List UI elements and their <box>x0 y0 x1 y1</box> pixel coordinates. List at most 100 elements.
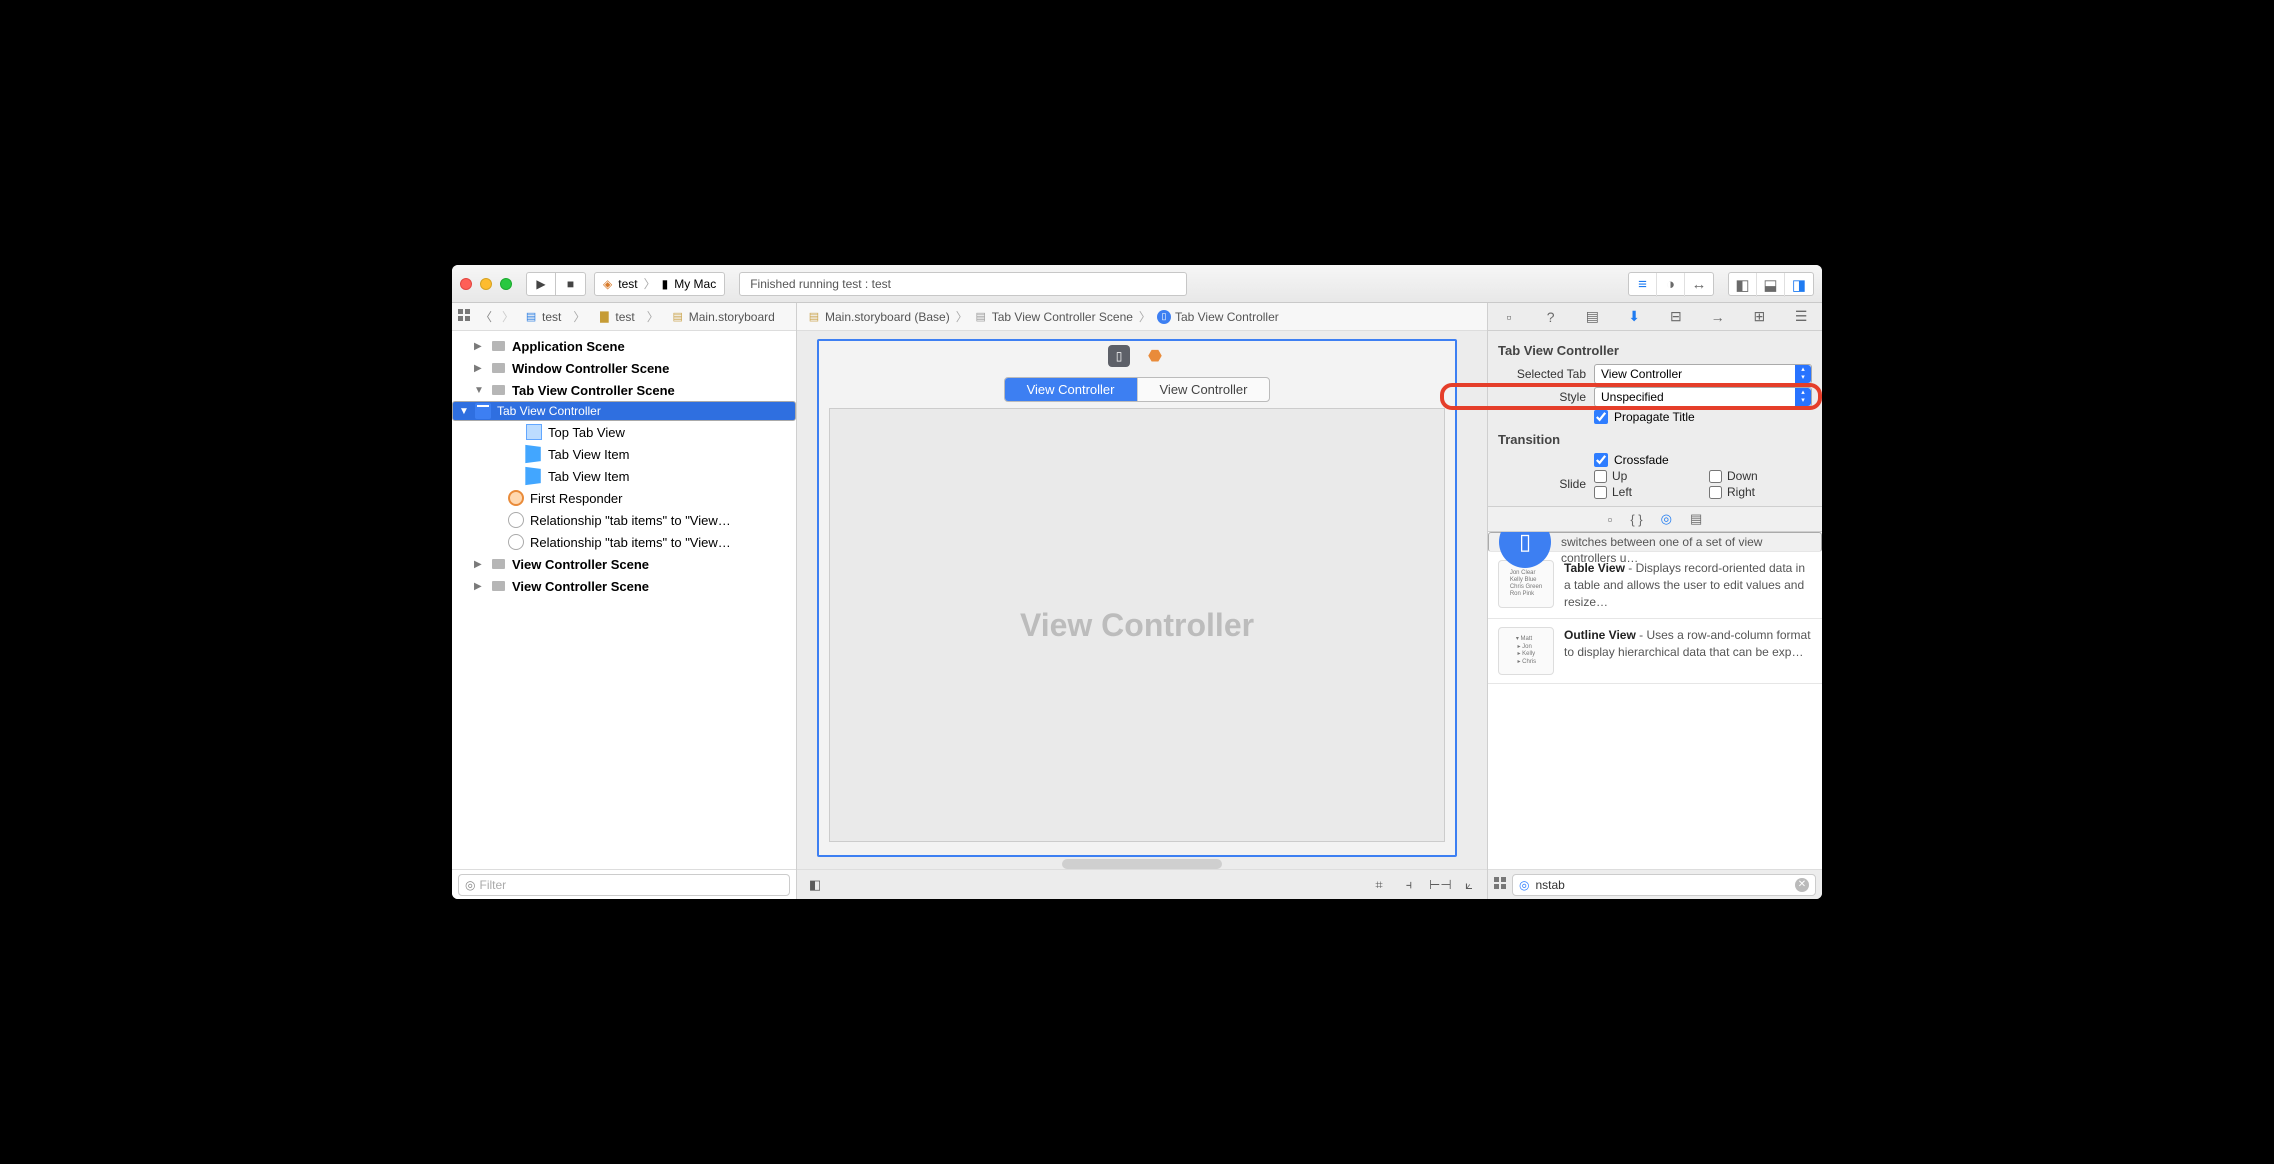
canvas-area[interactable]: ▯ ⬣ View Controller View Controller View… <box>797 331 1487 869</box>
first-responder-dock-icon[interactable]: ⬣ <box>1144 345 1166 367</box>
scene-row[interactable]: ▶Application Scene <box>452 335 796 357</box>
connections-inspector-tab[interactable]: → <box>1709 309 1727 325</box>
outline-toggle-button[interactable]: ◧ <box>805 877 825 893</box>
scene-row[interactable]: ▶Window Controller Scene <box>452 357 796 379</box>
scene-row[interactable]: ▶View Controller Scene <box>452 553 796 575</box>
file-template-lib-tab[interactable]: ▫ <box>1608 512 1613 527</box>
slide-down-checkbox[interactable] <box>1709 470 1722 483</box>
library-item[interactable]: ▾ Matt ▸ Jon ▸ Kelly ▸ Chris Outline Vie… <box>1488 619 1822 684</box>
main-area: 〈 〉 ▤test 〉 ▇test 〉 ▤Main.storyboard ▶Ap… <box>452 303 1822 899</box>
navigator-filter[interactable]: ◎ Filter <box>458 874 790 896</box>
standard-editor-button[interactable]: ≡ <box>1629 273 1657 297</box>
crumb-folder[interactable]: ▇test <box>597 310 634 324</box>
crumb-scene[interactable]: ▤Tab View Controller Scene <box>974 310 1133 324</box>
attributes-inspector-tab[interactable]: ⬇ <box>1625 308 1643 325</box>
xcode-window: ▶ ■ ◈ test 〉 ▮ My Mac Finished running t… <box>452 265 1822 899</box>
selected-tab-select[interactable]: View Controller▴▾ <box>1594 364 1812 384</box>
stop-button[interactable]: ■ <box>556 272 586 296</box>
minimize-button[interactable] <box>480 278 492 290</box>
filter-icon: ◎ <box>465 878 475 892</box>
segue-icon <box>508 534 524 550</box>
clear-search-button[interactable]: ✕ <box>1795 878 1809 892</box>
tab-content-view[interactable]: View Controller <box>829 408 1445 842</box>
slide-right-checkbox[interactable] <box>1709 486 1722 499</box>
crumb-base[interactable]: ▤Main.storyboard (Base) <box>807 310 950 324</box>
close-button[interactable] <box>460 278 472 290</box>
library-item[interactable]: ▯ Tab View Controller - A view controlle… <box>1488 532 1822 552</box>
document-outline[interactable]: ▶Application Scene ▶Window Controller Sc… <box>452 331 796 869</box>
titlebar: ▶ ■ ◈ test 〉 ▮ My Mac Finished running t… <box>452 265 1822 303</box>
toggle-debug-button[interactable]: ⬓ <box>1757 273 1785 297</box>
file-inspector-tab[interactable]: ▫ <box>1500 309 1518 325</box>
outline-row[interactable]: Tab View Item <box>452 465 796 487</box>
activity-status: Finished running test : test <box>739 272 1186 296</box>
scene-row[interactable]: ▼Tab View Controller Scene <box>452 379 796 401</box>
assistant-editor-button[interactable]: ◑ <box>1657 273 1685 297</box>
media-lib-tab[interactable]: ▤ <box>1690 511 1702 527</box>
tabitem-icon <box>525 467 540 485</box>
object-library[interactable]: ▯ Tab View Controller - A view controlle… <box>1488 532 1822 869</box>
slide-up-option[interactable]: Up <box>1594 469 1682 483</box>
related-items-icon[interactable] <box>458 309 470 324</box>
outline-row-tabvc[interactable]: ▼Tab View Controller <box>452 401 796 421</box>
slide-down-option[interactable]: Down <box>1709 469 1797 483</box>
outline-row[interactable]: Top Tab View <box>452 421 796 443</box>
library-search[interactable]: ◎ nstab ✕ <box>1512 874 1816 896</box>
storyboard-icon: ▤ <box>671 310 685 324</box>
canvas-scrollbar[interactable] <box>1062 859 1222 869</box>
toggle-inspector-button[interactable]: ◨ <box>1785 273 1813 297</box>
outline-row[interactable]: Tab View Item <box>452 443 796 465</box>
propagate-title-checkbox[interactable] <box>1594 410 1608 424</box>
viewcontroller-dock-icon[interactable]: ▯ <box>1108 345 1130 367</box>
scheme-selector[interactable]: ◈ test 〉 ▮ My Mac <box>594 272 725 296</box>
canvas-tab-1[interactable]: View Controller <box>1138 378 1270 401</box>
activity-status-text: Finished running test : test <box>750 277 891 291</box>
tab-view-controller-canvas[interactable]: ▯ ⬣ View Controller View Controller View… <box>817 339 1457 857</box>
nav-back-button[interactable]: 〈 <box>480 308 492 325</box>
crumb-project[interactable]: ▤test <box>524 310 561 324</box>
slide-up-checkbox[interactable] <box>1594 470 1607 483</box>
scheme-chevron: 〉 <box>644 275 656 292</box>
align-button[interactable]: ⊢⊣ <box>1429 877 1449 893</box>
nav-forward-button[interactable]: 〉 <box>502 308 514 325</box>
crumb-vc[interactable]: ▯Tab View Controller <box>1157 310 1279 324</box>
slide-right-option[interactable]: Right <box>1709 485 1797 499</box>
crossfade-checkbox[interactable] <box>1594 453 1608 467</box>
run-button[interactable]: ▶ <box>526 272 556 296</box>
crumb-storyboard[interactable]: ▤Main.storyboard <box>671 310 775 324</box>
xcode-app-icon: ◈ <box>603 277 612 291</box>
library-item-desc: Outline View - Uses a row-and-column for… <box>1564 627 1812 675</box>
code-snippet-lib-tab[interactable]: { } <box>1630 512 1642 527</box>
doc-icon: ▤ <box>524 310 538 324</box>
identity-inspector-tab[interactable]: ▤ <box>1583 308 1601 325</box>
canvas-tab-0[interactable]: View Controller <box>1005 378 1138 401</box>
size-inspector-tab[interactable]: ⊟ <box>1667 308 1685 325</box>
editor-footer: ◧ ⌗ ⫞ ⊢⊣ ⟀ <box>797 869 1487 899</box>
jump-bar[interactable]: ▤Main.storyboard (Base) 〉 ▤Tab View Cont… <box>797 303 1487 331</box>
style-select[interactable]: Unspecified▴▾ <box>1594 387 1812 407</box>
version-editor-button[interactable]: ↔ <box>1685 273 1713 297</box>
embed-button[interactable]: ⫞ <box>1399 877 1419 893</box>
bindings-inspector-tab[interactable]: ⊞ <box>1750 308 1768 325</box>
scene-icon <box>490 382 506 398</box>
object-lib-tab[interactable]: ◎ <box>1661 511 1672 527</box>
help-inspector-tab[interactable]: ? <box>1542 309 1560 325</box>
library-tabs: ▫ { } ◎ ▤ <box>1488 506 1822 532</box>
zoom-button[interactable] <box>500 278 512 290</box>
outline-row-segue[interactable]: Relationship "tab items" to "View… <box>452 531 796 553</box>
crossfade-row: Crossfade <box>1594 453 1812 467</box>
editor-panel: ▤Main.storyboard (Base) 〉 ▤Tab View Cont… <box>797 303 1487 899</box>
slide-left-checkbox[interactable] <box>1594 486 1607 499</box>
slide-left-option[interactable]: Left <box>1594 485 1682 499</box>
effects-inspector-tab[interactable]: ☰ <box>1792 308 1810 325</box>
outline-row-responder[interactable]: First Responder <box>452 487 796 509</box>
attributes-inspector: Tab View Controller Selected Tab View Co… <box>1488 331 1822 506</box>
trait-variation-button[interactable]: ⌗ <box>1369 877 1389 893</box>
outline-row-segue[interactable]: Relationship "tab items" to "View… <box>452 509 796 531</box>
library-view-mode-button[interactable] <box>1494 876 1506 894</box>
propagate-title-row: Propagate Title <box>1594 410 1812 424</box>
navigator-footer: ◎ Filter <box>452 869 796 899</box>
toggle-navigator-button[interactable]: ◧ <box>1729 273 1757 297</box>
scene-row[interactable]: ▶View Controller Scene <box>452 575 796 597</box>
pin-button[interactable]: ⟀ <box>1459 877 1479 893</box>
